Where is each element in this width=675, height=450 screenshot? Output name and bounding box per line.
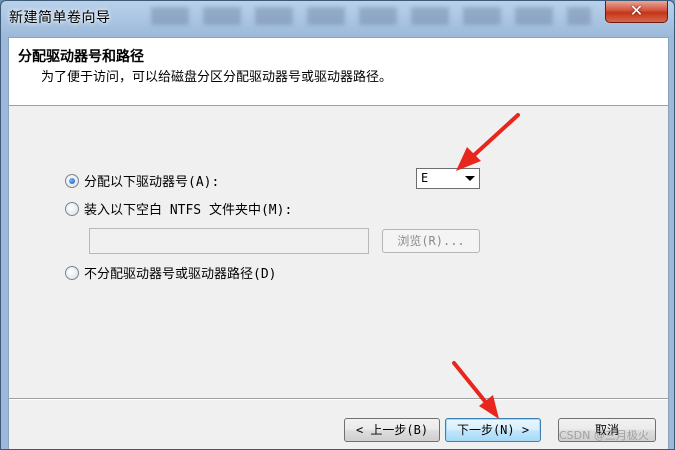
browse-button[interactable]: 浏览(R)... xyxy=(382,229,480,253)
watermark: CSDN @三月极火 xyxy=(559,429,649,442)
background-text-blur xyxy=(151,7,591,25)
option-assign-drive-letter[interactable]: 分配以下驱动器号(A): xyxy=(65,174,219,192)
footer-divider xyxy=(9,398,668,400)
next-button[interactable]: 下一步(N) > xyxy=(445,418,541,442)
wizard-window: 新建简单卷向导 ✕ 分配驱动器号和路径 为了便于访问，可以给磁盘分区分配驱动器号… xyxy=(0,0,675,450)
page-title: 分配驱动器号和路径 xyxy=(18,49,144,65)
close-icon: ✕ xyxy=(629,1,644,20)
drive-letter-value: E xyxy=(421,171,429,185)
back-button[interactable]: < 上一步(B) xyxy=(344,418,440,442)
option-no-assign[interactable]: 不分配驱动器号或驱动器路径(D) xyxy=(65,266,276,284)
option-no-assign-label: 不分配驱动器号或驱动器路径(D) xyxy=(84,267,277,282)
wizard-client-area: 分配驱动器号和路径 为了便于访问，可以给磁盘分区分配驱动器号或驱动器路径。 分配… xyxy=(8,37,669,449)
wizard-header: 分配驱动器号和路径 为了便于访问，可以给磁盘分区分配驱动器号或驱动器路径。 xyxy=(9,38,668,106)
option-mount-folder-label: 装入以下空白 NTFS 文件夹中(M): xyxy=(84,203,293,218)
option-mount-folder[interactable]: 装入以下空白 NTFS 文件夹中(M): xyxy=(65,202,292,220)
window-title: 新建简单卷向导 xyxy=(9,10,111,26)
folder-path-input[interactable] xyxy=(89,228,369,254)
radio-assign-drive-letter[interactable] xyxy=(65,174,79,188)
chevron-down-icon xyxy=(465,176,475,181)
close-button[interactable]: ✕ xyxy=(605,1,668,23)
radio-no-assign[interactable] xyxy=(65,266,79,280)
option-assign-drive-letter-label: 分配以下驱动器号(A): xyxy=(84,175,220,190)
page-subtitle: 为了便于访问，可以给磁盘分区分配驱动器号或驱动器路径。 xyxy=(41,70,393,85)
drive-letter-select[interactable]: E xyxy=(416,168,480,189)
radio-mount-folder[interactable] xyxy=(65,202,79,216)
